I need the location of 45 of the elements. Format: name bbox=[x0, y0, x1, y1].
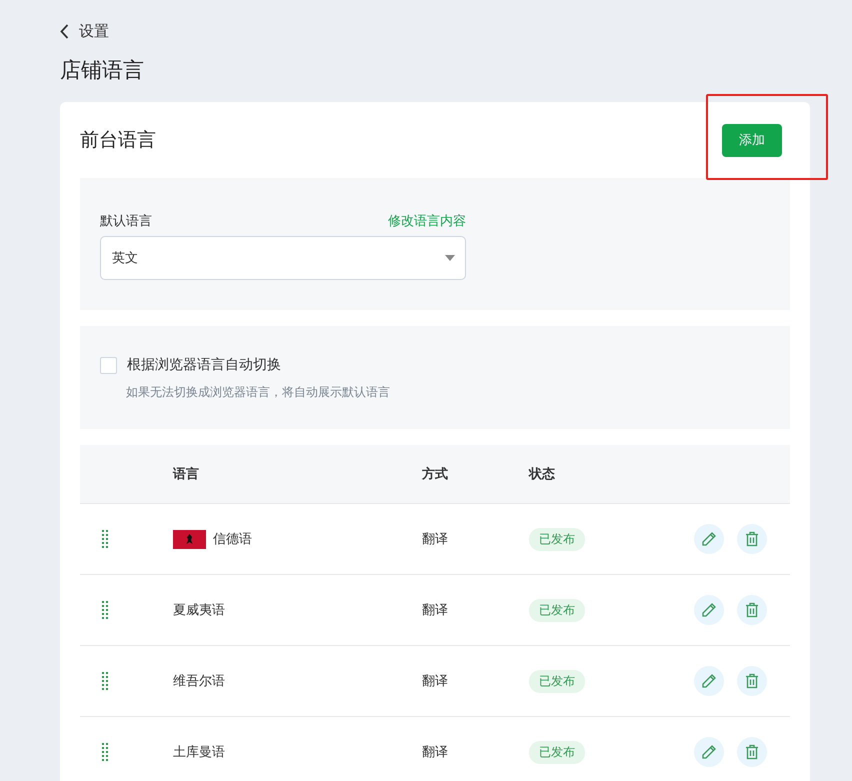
drag-handle-icon[interactable] bbox=[102, 600, 108, 620]
status-tag: 已发布 bbox=[529, 740, 585, 764]
drag-handle-icon[interactable] bbox=[102, 672, 108, 690]
drag-handle-icon[interactable] bbox=[102, 530, 108, 548]
status-tag: 已发布 bbox=[529, 598, 585, 622]
status-tag: 已发布 bbox=[529, 528, 585, 550]
pencil-icon bbox=[701, 531, 717, 547]
method-text: 翻译 bbox=[422, 673, 449, 690]
column-header: 状态 bbox=[529, 466, 556, 483]
method-text: 翻译 bbox=[422, 531, 449, 548]
trash-icon bbox=[745, 744, 759, 760]
chevron-left-icon bbox=[60, 24, 69, 38]
language-select[interactable]: 英文 bbox=[100, 236, 466, 280]
delete-button[interactable] bbox=[737, 524, 767, 554]
edit-button[interactable] bbox=[694, 595, 724, 625]
hint-text: 如果无法切换成浏览器语言，将自动展示默认语言 bbox=[126, 384, 391, 401]
edit-button[interactable] bbox=[694, 524, 724, 554]
caret-icon bbox=[445, 255, 455, 261]
trash-icon bbox=[745, 531, 759, 547]
page-title: 店铺语言 bbox=[60, 57, 145, 84]
language-name: 信德语 bbox=[213, 531, 252, 548]
field-label: 默认语言 bbox=[100, 213, 152, 230]
delete-button[interactable] bbox=[737, 737, 767, 767]
checkbox[interactable] bbox=[100, 356, 117, 374]
edit-button[interactable] bbox=[694, 666, 724, 696]
column-header: 语言 bbox=[173, 466, 200, 483]
delete-button[interactable] bbox=[737, 595, 767, 625]
status-tag: 已发布 bbox=[529, 670, 585, 692]
edit-button[interactable] bbox=[694, 737, 724, 767]
language-name: 夏威夷语 bbox=[173, 602, 225, 619]
column-header: 方式 bbox=[422, 466, 449, 483]
method-text: 翻译 bbox=[422, 744, 449, 761]
language-name: 土库曼语 bbox=[173, 744, 225, 761]
back-link[interactable]: 设置 bbox=[60, 22, 109, 40]
drag-handle-icon[interactable] bbox=[102, 742, 108, 762]
pencil-icon bbox=[701, 673, 717, 689]
checkbox-label: 根据浏览器语言自动切换 bbox=[127, 356, 281, 374]
delete-button[interactable] bbox=[737, 666, 767, 696]
language-name: 维吾尔语 bbox=[173, 673, 225, 690]
method-text: 翻译 bbox=[422, 602, 449, 619]
pencil-icon bbox=[701, 602, 717, 618]
pencil-icon bbox=[701, 744, 717, 760]
card-title: 前台语言 bbox=[80, 128, 156, 153]
trash-icon bbox=[745, 673, 759, 689]
trash-icon bbox=[745, 602, 759, 618]
